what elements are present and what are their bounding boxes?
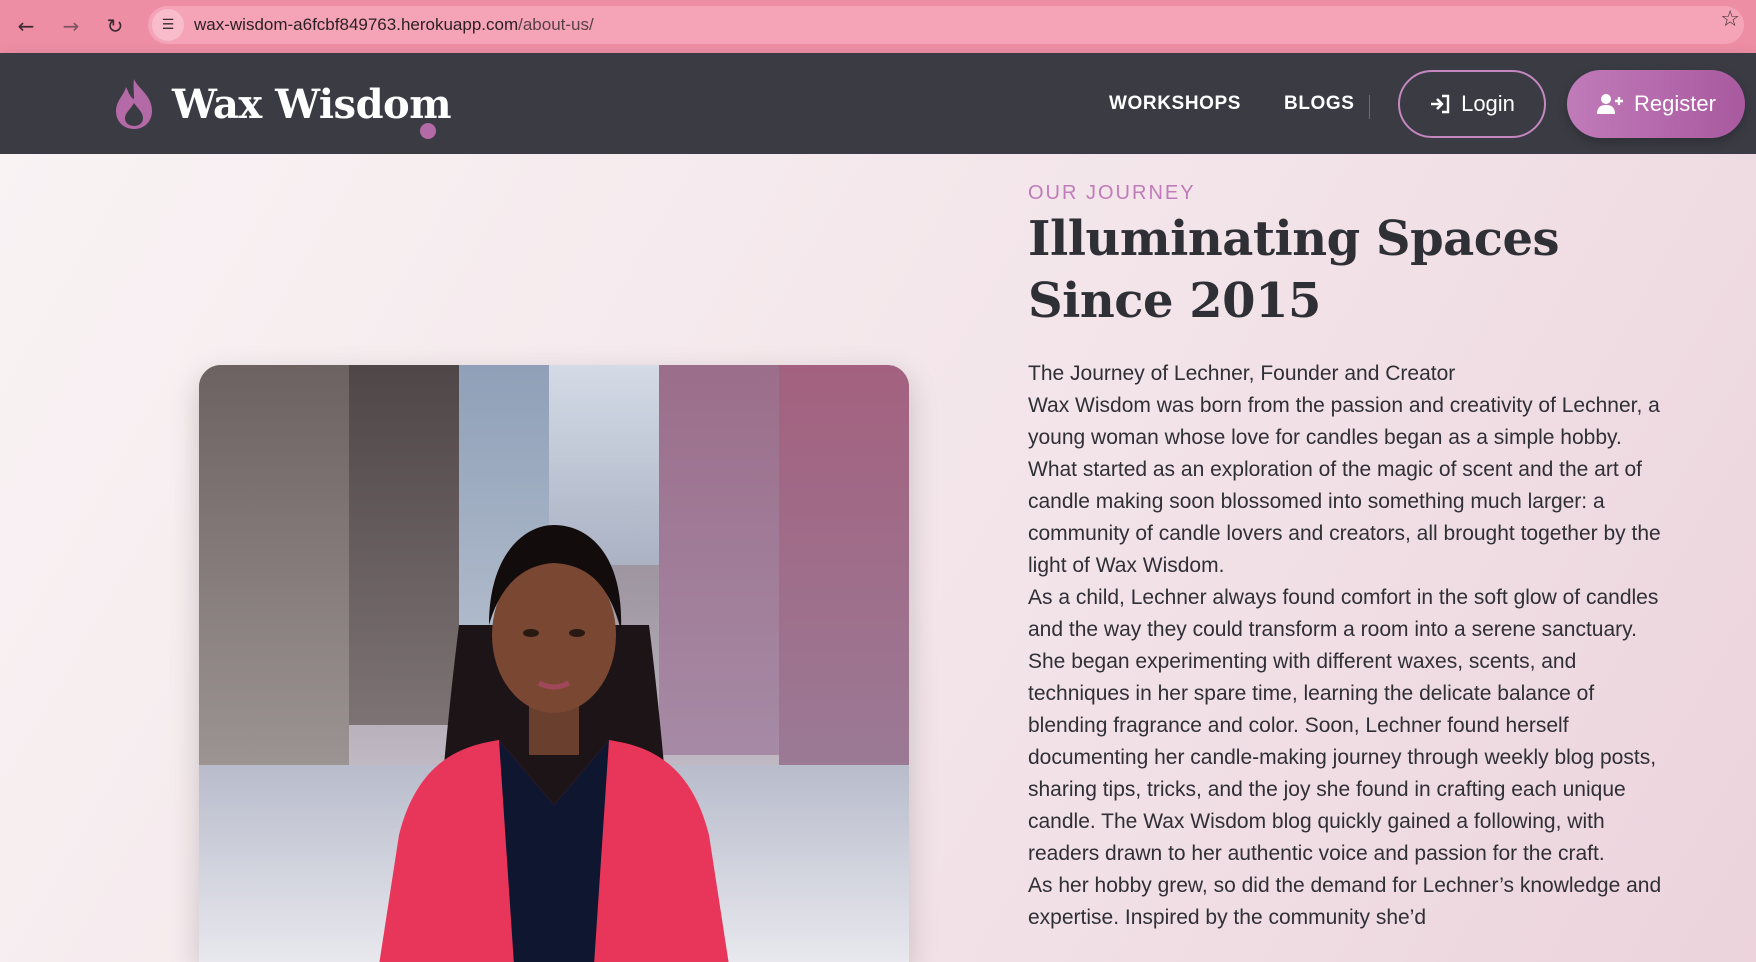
user-plus-icon [1597, 94, 1624, 114]
url-path: /about-us/ [518, 15, 594, 34]
address-bar[interactable]: ☰ wax-wisdom-a6fcbf849763.herokuapp.com/… [148, 6, 1744, 44]
back-arrow-icon[interactable]: ← [12, 12, 40, 40]
flame-logo-icon [116, 79, 152, 129]
photo-building [199, 365, 349, 785]
story-paragraph: As a child, Lechner always found comfort… [1028, 586, 1659, 865]
story-subtitle: The Journey of Lechner, Founder and Crea… [1028, 362, 1456, 385]
reload-icon[interactable]: ↻ [101, 12, 129, 40]
logo[interactable]: Wax Wisdom [112, 77, 452, 131]
login-icon [1431, 94, 1450, 114]
register-label: Register [1634, 91, 1716, 116]
nav-divider [1369, 95, 1370, 119]
nav-workshops[interactable]: WORKSHOPS [1109, 93, 1241, 115]
url-domain: wax-wisdom-a6fcbf849763.herokuapp.com [194, 15, 519, 34]
photo-person [379, 525, 729, 962]
login-label: Login [1461, 91, 1515, 116]
story-text: The Journey of Lechner, Founder and Crea… [1028, 358, 1668, 934]
login-button[interactable]: Login [1398, 70, 1546, 138]
url-text: wax-wisdom-a6fcbf849763.herokuapp.com/ab… [194, 15, 594, 35]
brand-name: Wax Wisdom [172, 80, 452, 128]
section-eyebrow: OUR JOURNEY [1028, 182, 1196, 204]
nav-blogs[interactable]: BLOGS [1284, 93, 1355, 115]
story-paragraph: Wax Wisdom was born from the passion and… [1028, 394, 1661, 577]
story-paragraph: As her hobby grew, so did the demand for… [1028, 874, 1662, 929]
site-info-icon[interactable]: ☰ [152, 9, 184, 41]
forward-arrow-icon[interactable]: → [57, 12, 85, 40]
browser-toolbar: ← → ↻ ☰ wax-wisdom-a6fcbf849763.herokuap… [0, 0, 1756, 53]
bookmark-star-icon[interactable]: ☆ [1720, 7, 1740, 32]
register-button[interactable]: Register [1567, 70, 1745, 138]
brand-accent-dot [420, 123, 436, 139]
page-title: Illuminating Spaces Since 2015 [1028, 211, 1560, 329]
about-section: OUR JOURNEY Illuminating Spaces Since 20… [0, 154, 1756, 962]
photo-building [779, 365, 909, 805]
founder-photo [199, 365, 909, 962]
site-header: Wax Wisdom WORKSHOPS BLOGS Login Registe… [0, 53, 1756, 154]
